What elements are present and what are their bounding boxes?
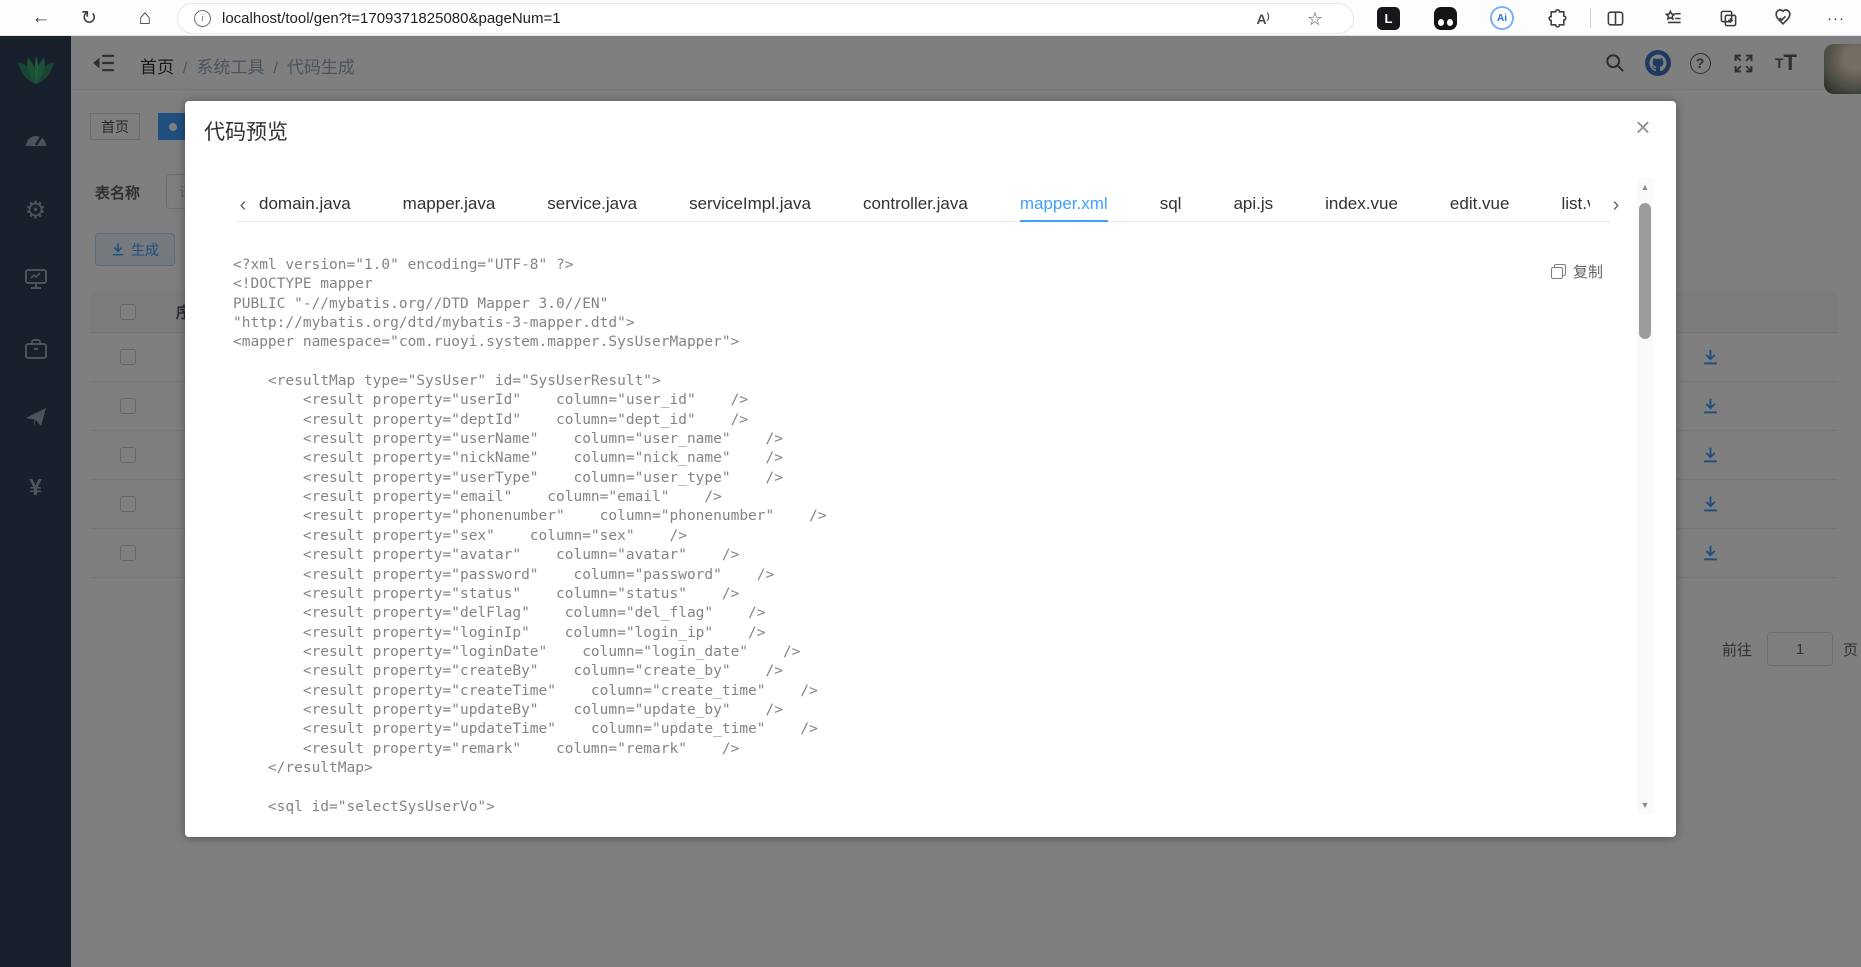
extension-l-icon[interactable]: L	[1377, 7, 1400, 30]
extensions-puzzle-icon[interactable]	[1544, 5, 1570, 31]
browser-refresh-icon[interactable]: ↻	[76, 5, 102, 31]
browser-toolbar: ← ↻ ⌂ i localhost/tool/gen?t=17093718250…	[0, 0, 1861, 36]
code-preview-dialog: 代码预览 × ‹ domain.java mapper.java service…	[185, 101, 1676, 837]
split-screen-icon[interactable]	[1602, 5, 1628, 31]
tab-list-vue[interactable]: list.vue	[1561, 188, 1590, 222]
tab-api-js[interactable]: api.js	[1233, 188, 1273, 222]
file-tabs: ‹ domain.java mapper.java service.java s…	[237, 188, 1619, 222]
favorite-star-icon[interactable]: ☆	[1303, 8, 1327, 30]
site-info-icon[interactable]: i	[194, 10, 211, 27]
browser-back-icon[interactable]: ←	[28, 5, 54, 31]
extension-ai-icon[interactable]: Ai	[1490, 6, 1514, 30]
browser-menu-icon[interactable]: ···	[1823, 5, 1849, 31]
tab-domain-java[interactable]: domain.java	[259, 188, 351, 222]
tabs-nav: domain.java mapper.java service.java ser…	[259, 188, 1590, 222]
dialog-close-icon[interactable]: ×	[1625, 109, 1661, 145]
tab-service-java[interactable]: service.java	[547, 188, 637, 222]
address-bar[interactable]: i localhost/tool/gen?t=1709371825080&pag…	[178, 4, 1353, 33]
app-root: ⚙ ¥ 首页/系统工具/代码生成	[0, 36, 1861, 967]
tab-controller-java[interactable]: controller.java	[863, 188, 968, 222]
tab-sql[interactable]: sql	[1160, 188, 1182, 222]
scroll-up-icon[interactable]: ▲	[1637, 180, 1653, 194]
tab-mapper-java[interactable]: mapper.java	[403, 188, 496, 222]
tabs-scroll-left-icon[interactable]: ‹	[233, 188, 253, 222]
tab-mapper-xml[interactable]: mapper.xml	[1019, 188, 1108, 222]
scroll-down-icon[interactable]: ▼	[1637, 798, 1653, 812]
browser-essentials-icon[interactable]	[1770, 5, 1796, 31]
collections-icon[interactable]	[1660, 5, 1686, 31]
code-scrollbar[interactable]: ▲ ▼	[1637, 178, 1653, 814]
read-aloud-icon[interactable]: A)	[1251, 8, 1275, 30]
tab-index-vue[interactable]: index.vue	[1325, 188, 1398, 222]
tab-serviceimpl-java[interactable]: serviceImpl.java	[689, 188, 811, 222]
tabs-scroll-right-icon[interactable]: ›	[1606, 188, 1626, 222]
extension-panda-icon[interactable]	[1434, 7, 1457, 30]
toolbar-divider	[1590, 8, 1591, 28]
scrollbar-thumb[interactable]	[1639, 203, 1651, 339]
tab-actions-icon[interactable]	[1715, 5, 1741, 31]
url-text[interactable]: localhost/tool/gen?t=1709371825080&pageN…	[222, 10, 561, 27]
browser-home-icon[interactable]: ⌂	[132, 5, 158, 31]
tab-edit-vue[interactable]: edit.vue	[1450, 188, 1510, 222]
code-content[interactable]: <?xml version="1.0" encoding="UTF-8" ?> …	[233, 256, 1583, 817]
screen: ← ↻ ⌂ i localhost/tool/gen?t=17093718250…	[0, 0, 1861, 967]
dialog-title: 代码预览	[204, 121, 288, 144]
